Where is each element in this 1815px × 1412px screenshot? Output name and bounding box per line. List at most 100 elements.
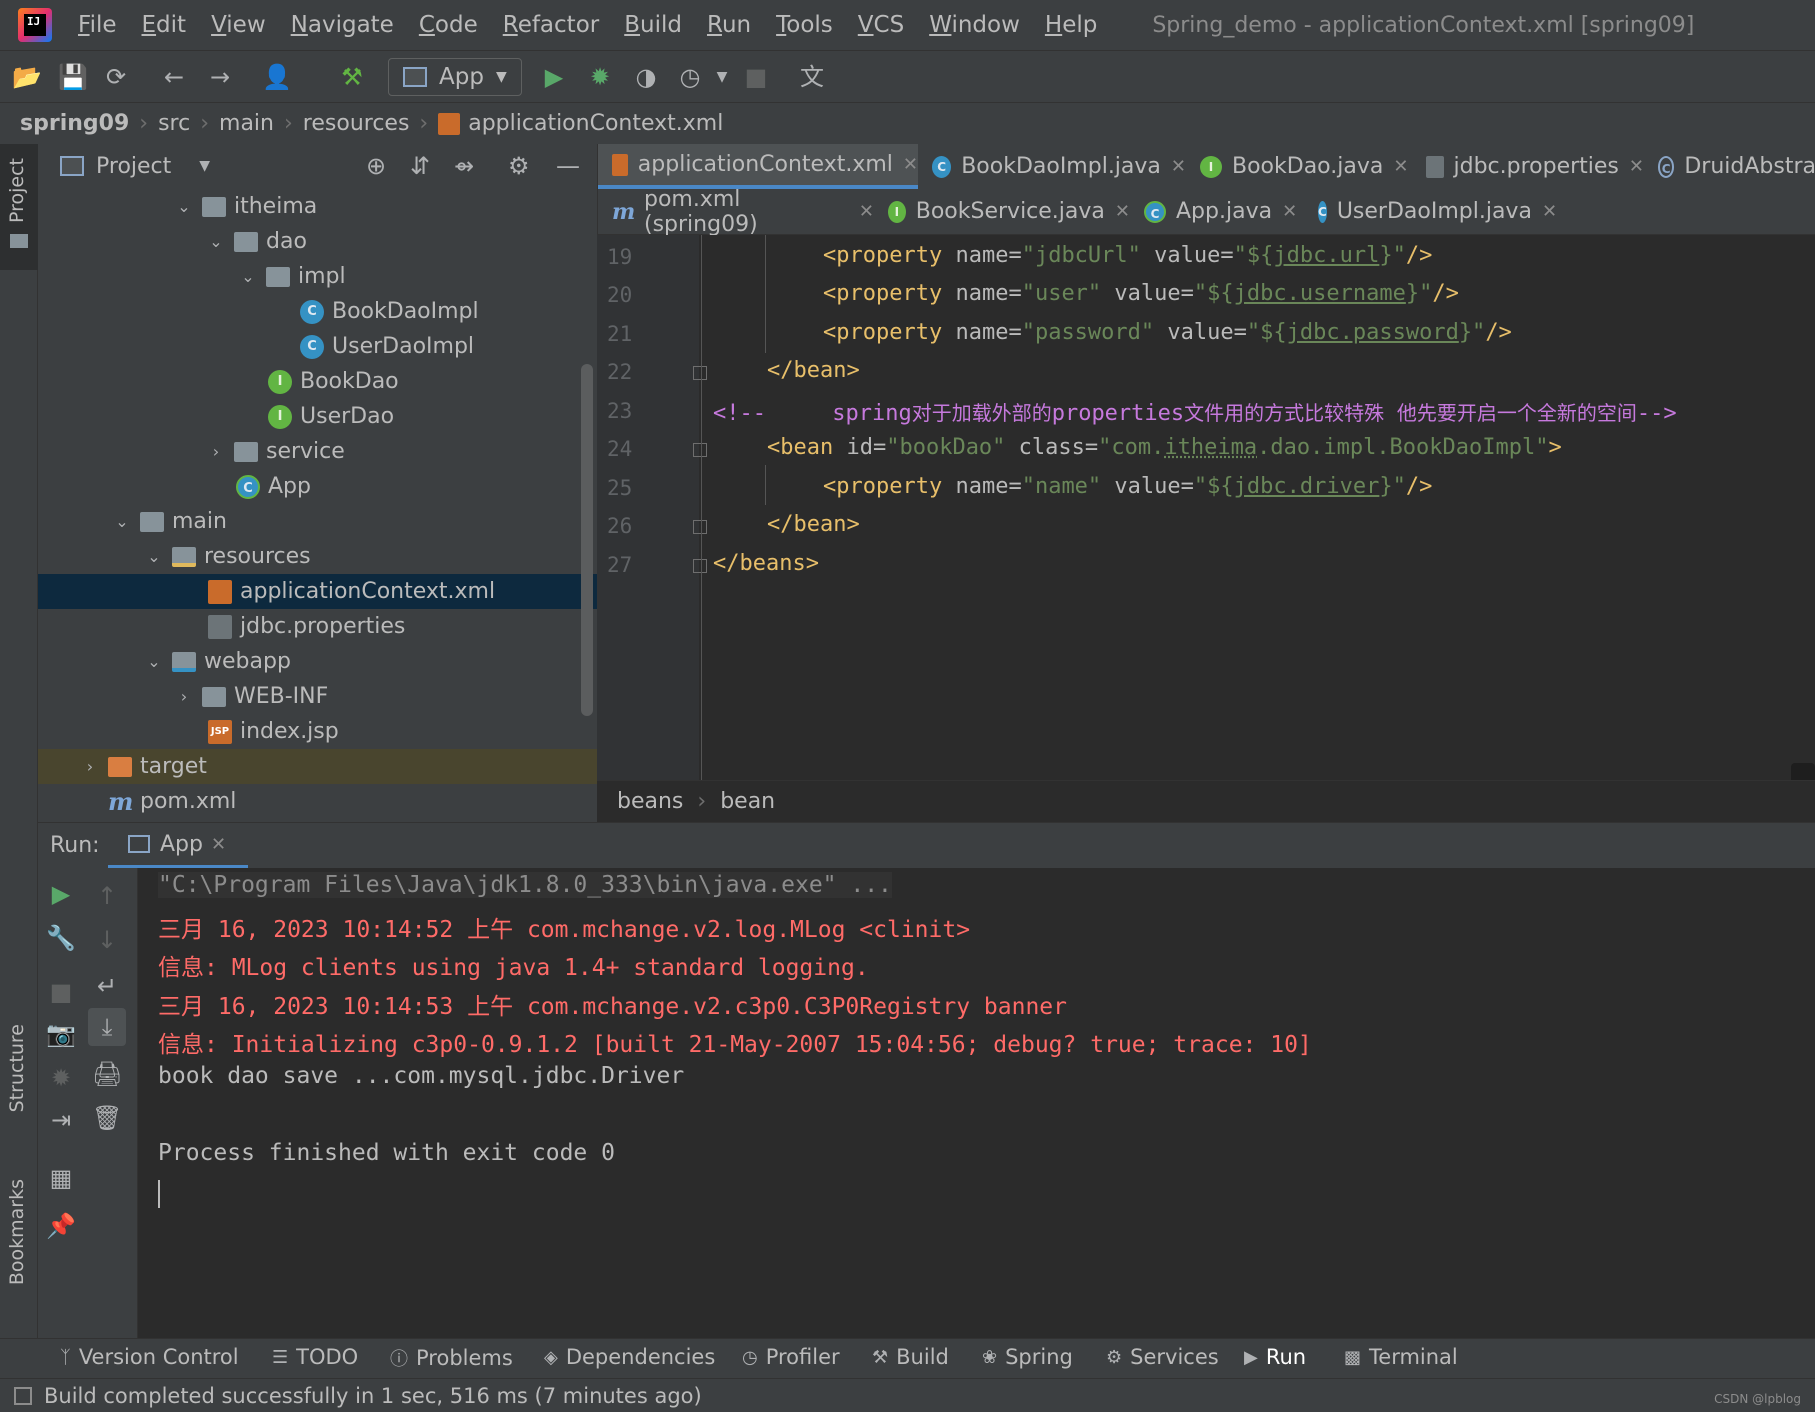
soft-wrap-icon[interactable]: ↵ [92, 972, 122, 1000]
layout-icon[interactable]: ▦ [46, 1164, 76, 1192]
tree-item-impl[interactable]: ⌄ impl [38, 259, 597, 294]
close-icon[interactable]: ✕ [1282, 201, 1297, 222]
run-tab-app[interactable]: App ✕ [108, 823, 248, 869]
chevron-down-icon[interactable]: ⌄ [206, 232, 226, 251]
user-icon[interactable]: 👤 [262, 63, 292, 91]
close-icon[interactable]: ✕ [1115, 201, 1130, 222]
tool-dependencies[interactable]: ◈ Dependencies [544, 1345, 715, 1369]
project-tool-label[interactable]: Project [6, 158, 28, 223]
tree-item-pom-xml[interactable]: m pom.xml [38, 784, 597, 819]
tool-services[interactable]: ⚙ Services [1106, 1345, 1219, 1369]
tab-app-java[interactable]: C App.java ✕ [1130, 189, 1304, 234]
wrench-icon[interactable]: 🔧 [46, 924, 76, 952]
camera-icon[interactable]: 📷 [46, 1020, 76, 1048]
tree-item-app[interactable]: C App [38, 469, 597, 504]
tree-item-service[interactable]: › service [38, 434, 597, 469]
tree-item-bookdao[interactable]: I BookDao [38, 364, 597, 399]
collapse-all-icon[interactable]: ⇴ [454, 152, 474, 180]
open-folder-icon[interactable]: 📂 [12, 63, 42, 91]
tree-item-dao[interactable]: ⌄ dao [38, 224, 597, 259]
run-icon[interactable]: ▶ [540, 63, 568, 91]
translate-icon[interactable]: 文 [798, 63, 826, 91]
tree-item-userdaoimpl[interactable]: C UserDaoImpl [38, 329, 597, 364]
menu-help[interactable]: Help [1045, 12, 1097, 38]
menu-run[interactable]: Run [707, 12, 751, 38]
status-message[interactable]: Build completed successfully in 1 sec, 5… [44, 1384, 702, 1408]
tree-item-resources[interactable]: ⌄ resources [38, 539, 597, 574]
breadcrumb-file[interactable]: applicationContext.xml [468, 111, 723, 136]
tool-todo[interactable]: ☰ TODO [272, 1345, 358, 1369]
tree-item-bookdaoimpl[interactable]: C BookDaoImpl [38, 294, 597, 329]
stop-icon[interactable]: ■ [46, 978, 76, 1006]
sync-icon[interactable]: ⟳ [102, 63, 130, 91]
tree-item-jdbc-properties[interactable]: jdbc.properties [38, 609, 597, 644]
tab-bookservice-java[interactable]: I BookService.java ✕ [874, 189, 1130, 234]
menu-view[interactable]: View [211, 12, 266, 38]
editor-crumb-bean[interactable]: bean [720, 789, 775, 814]
run-console[interactable]: "C:\Program Files\Java\jdk1.8.0_333\bin\… [138, 868, 1815, 1338]
coverage-icon[interactable]: ◑ [632, 63, 660, 91]
fold-marker-icon[interactable] [693, 520, 707, 534]
back-arrow-icon[interactable]: ← [160, 63, 188, 91]
menu-edit[interactable]: Edit [142, 12, 187, 38]
chevron-down-icon[interactable]: ⌄ [112, 512, 132, 531]
tree-item-applicationcontext[interactable]: applicationContext.xml [38, 574, 597, 609]
breadcrumb-main[interactable]: main [219, 111, 274, 136]
tab-bookdao-java[interactable]: I BookDao.java ✕ [1186, 144, 1412, 189]
tab-userdaoimpl-java[interactable]: C UserDaoImpl.java ✕ [1304, 189, 1557, 234]
tab-druidabstra[interactable]: C DruidAbstra [1644, 144, 1815, 189]
tab-pom-xml[interactable]: m pom.xml (spring09) ✕ [598, 187, 874, 237]
debug-bug-icon[interactable]: ✹ [586, 63, 614, 91]
menu-tools[interactable]: Tools [776, 12, 833, 38]
save-icon[interactable]: 💾 [58, 63, 88, 91]
menu-build[interactable]: Build [624, 12, 682, 38]
down-arrow-icon[interactable]: ↓ [92, 926, 122, 954]
tab-applicationcontext-xml[interactable]: applicationContext.xml ✕ [598, 144, 918, 189]
structure-tool-label[interactable]: Structure [6, 1024, 28, 1112]
close-icon[interactable]: ✕ [211, 834, 226, 855]
project-panel-title[interactable]: Project [96, 154, 171, 179]
chevron-right-icon[interactable]: › [206, 442, 226, 461]
tree-item-index-jsp[interactable]: JSP index.jsp [38, 714, 597, 749]
chevron-right-icon[interactable]: › [80, 757, 100, 776]
chevron-down-icon[interactable]: ▼ [199, 158, 210, 174]
fold-marker-icon[interactable] [693, 559, 707, 573]
scroll-to-end-icon[interactable]: ⤓ [88, 1008, 126, 1046]
tool-run[interactable]: ▶ Run [1244, 1345, 1306, 1369]
menu-window[interactable]: Window [929, 12, 1020, 38]
build-hammer-icon[interactable]: ⚒ [338, 63, 366, 91]
locate-icon[interactable]: ⊕ [366, 152, 386, 180]
bookmarks-tool-label[interactable]: Bookmarks [6, 1179, 28, 1285]
chevron-down-icon[interactable]: ▼ [708, 63, 736, 91]
trash-icon[interactable]: 🗑 [92, 1104, 122, 1132]
code-editor[interactable]: 19 20 21 22 23 24 25 26 27 <property nam… [597, 235, 1815, 833]
breadcrumb-src[interactable]: src [158, 111, 190, 136]
profile-icon[interactable]: ◷ [676, 63, 704, 91]
tool-problems[interactable]: ⓘ Problems [390, 1345, 513, 1371]
close-icon[interactable]: ✕ [1629, 156, 1644, 177]
tool-profiler[interactable]: ◷ Profiler [742, 1345, 840, 1369]
gear-icon[interactable]: ⚙ [508, 152, 530, 180]
chevron-down-icon[interactable]: ⌄ [144, 652, 164, 671]
breadcrumb-project[interactable]: spring09 [20, 111, 129, 136]
close-icon[interactable]: ✕ [903, 154, 918, 175]
chevron-down-icon[interactable]: ⌄ [144, 547, 164, 566]
status-icon[interactable] [14, 1386, 32, 1405]
menu-vcs[interactable]: VCS [858, 12, 904, 38]
tab-jdbc-properties[interactable]: jdbc.properties ✕ [1412, 144, 1644, 189]
close-icon[interactable]: ✕ [1542, 201, 1557, 222]
print-icon[interactable]: 🖨 [92, 1060, 122, 1088]
close-icon[interactable]: ✕ [1171, 156, 1186, 177]
tree-item-main[interactable]: ⌄ main [38, 504, 597, 539]
run-config-selector[interactable]: App ▼ [388, 58, 522, 96]
menu-file[interactable]: File [78, 12, 117, 38]
chevron-down-icon[interactable]: ⌄ [174, 197, 194, 216]
tool-version-control[interactable]: ᛉ Version Control [60, 1345, 239, 1369]
close-icon[interactable]: ✕ [1393, 156, 1408, 177]
fold-marker-icon[interactable] [693, 366, 707, 380]
tree-item-userdao[interactable]: I UserDao [38, 399, 597, 434]
tool-spring[interactable]: ❀ Spring [982, 1345, 1073, 1369]
tool-terminal[interactable]: ▩ Terminal [1344, 1345, 1458, 1369]
expand-all-icon[interactable]: ⇵ [410, 152, 430, 180]
breadcrumb-resources[interactable]: resources [303, 111, 410, 136]
